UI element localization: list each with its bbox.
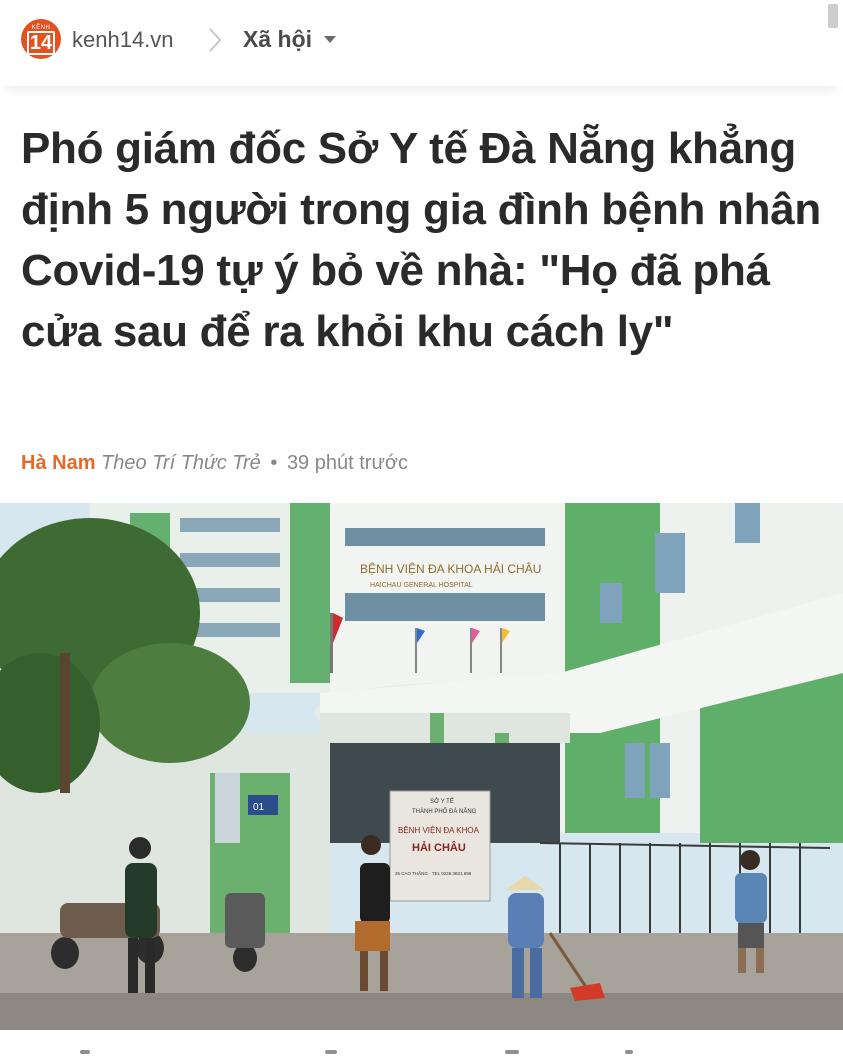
sign-line-2: THÀNH PHỐ ĐÀ NẴNG [412,808,477,815]
site-name-link[interactable]: kenh14.vn [72,27,174,53]
source-label: Theo Trí Thức Trẻ [101,452,261,474]
sign-line-3: BỆNH VIỆN ĐA KHOA [398,826,480,835]
next-paragraph-cutoff [0,1036,843,1058]
sign-line-4: HẢI CHÂU [412,841,466,854]
chevron-right-icon [209,28,222,52]
author-link[interactable]: Hà Nam [21,452,95,474]
door-number-text: 01 [253,802,265,813]
section-label: Xã hội [243,26,313,52]
sign-line-1: SỞ Y TẾ [430,798,454,805]
article-byline: Hà Nam Theo Trí Thức Trẻ • 39 phút trước [21,452,408,475]
hospital-photo-illustration: BỆNH VIỆN ĐA KHOA HẢI CHÂU HAICHAU GENER… [0,503,843,1030]
caret-down-icon [324,35,337,43]
building-banner-subtext: HAICHAU GENERAL HOSPITAL [370,582,473,589]
article-title: Phó giám đốc Sở Y tế Đà Nẵng khẳng định … [21,124,821,356]
corner-mark [828,4,838,28]
sign-line-5: 26 CAO THẮNG · TEL 0236.3821.696 [395,869,472,876]
article-hero-photo[interactable]: BỆNH VIỆN ĐA KHOA HẢI CHÂU HAICHAU GENER… [0,503,843,1030]
building-banner-text: BỆNH VIỆN ĐA KHOA HẢI CHÂU [360,561,541,576]
top-bar: KÊNH 14 kenh14.vn Xã hội [0,0,843,86]
publish-time: 39 phút trước [286,452,408,474]
logo-number: 14 [26,31,56,55]
byline-separator: • [270,452,278,474]
section-dropdown[interactable]: Xã hội [243,26,337,53]
kenh14-logo-icon[interactable]: KÊNH 14 [21,19,61,59]
